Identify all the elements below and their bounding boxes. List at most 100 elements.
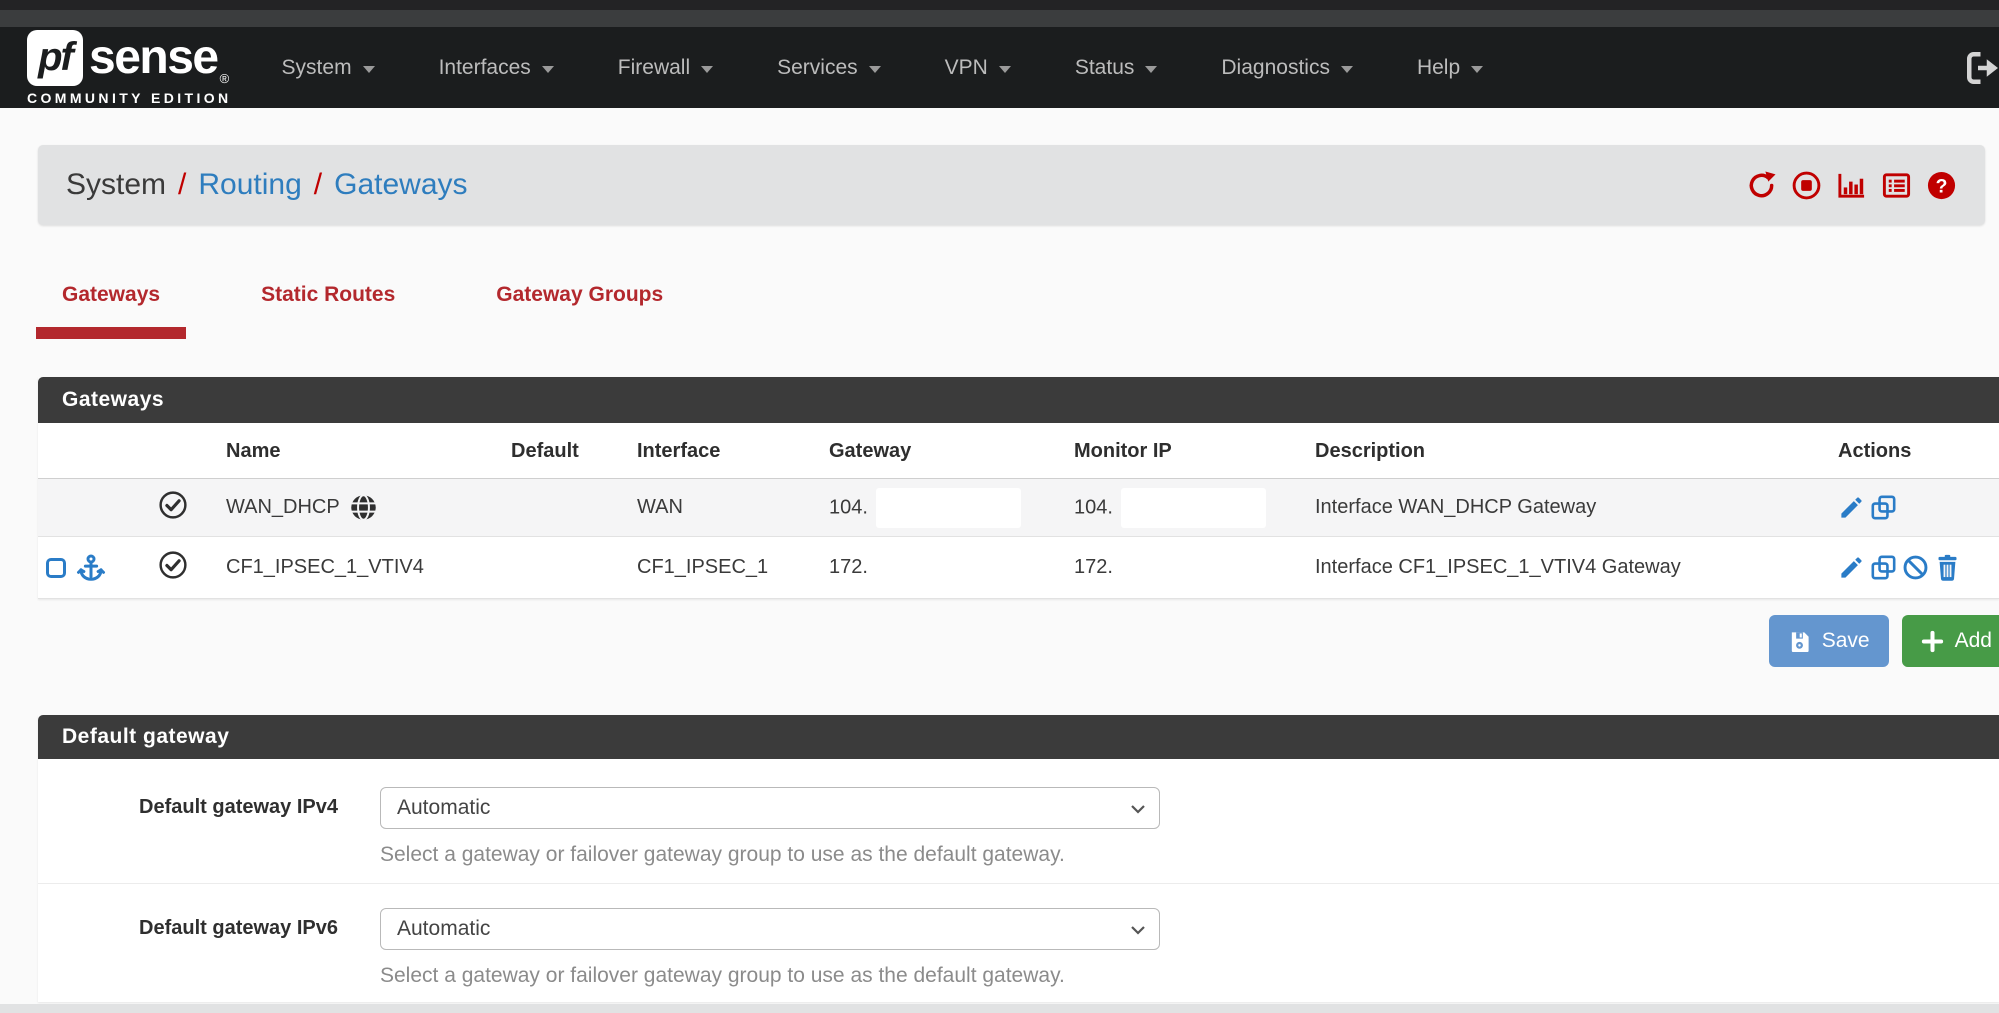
chevron-down-icon — [1145, 66, 1157, 73]
default-gateway-ipv4-label: Default gateway IPv4 — [38, 787, 338, 867]
breadcrumb-separator: / — [302, 168, 334, 202]
chevron-down-icon — [1341, 66, 1353, 73]
globe-icon — [349, 493, 378, 522]
log-icon[interactable] — [1881, 170, 1912, 201]
form-actions: Save Add — [0, 615, 1999, 667]
refresh-icon[interactable] — [1746, 170, 1777, 201]
window-top-strip — [0, 0, 1999, 10]
default-gateway-panel-title: Default gateway — [38, 715, 1999, 759]
nav-services[interactable]: Services — [745, 27, 913, 108]
page-action-icons: ? — [1746, 170, 1957, 201]
pf-logo-mark: pf — [27, 30, 83, 86]
gateway-monitor-ip: 104. — [1066, 479, 1307, 537]
breadcrumb-separator: / — [166, 168, 198, 202]
column-name: Name — [208, 423, 503, 479]
delete-icon[interactable] — [1934, 554, 1961, 581]
nav-system-label: System — [282, 56, 352, 80]
nav-help-label: Help — [1417, 56, 1460, 80]
chevron-down-icon — [363, 66, 375, 73]
gateway-description: Interface WAN_DHCP Gateway — [1307, 479, 1830, 537]
registered-mark: ® — [220, 71, 230, 86]
chevron-down-icon — [542, 66, 554, 73]
nav-interfaces-label: Interfaces — [439, 56, 531, 80]
nav-vpn[interactable]: VPN — [913, 27, 1043, 108]
gateway-interface: WAN — [629, 479, 821, 537]
row-checkbox[interactable] — [46, 558, 66, 578]
sign-out-icon[interactable] — [1961, 48, 1999, 88]
gateway-name: WAN_DHCP — [226, 496, 340, 519]
table-row: CF1_IPSEC_1_VTIV4 CF1_IPSEC_1 172. 172. … — [38, 537, 1999, 599]
nav-help[interactable]: Help — [1385, 27, 1515, 108]
column-description: Description — [1307, 423, 1830, 479]
plus-icon — [1921, 630, 1944, 653]
window-title-strip — [0, 10, 1999, 27]
nav-vpn-label: VPN — [945, 56, 988, 80]
default-gateway-ipv4-row: Default gateway IPv4 Automatic Select a … — [38, 759, 1999, 884]
edit-icon[interactable] — [1838, 554, 1865, 581]
tab-gateways[interactable]: Gateways — [36, 269, 186, 339]
copy-icon[interactable] — [1870, 494, 1897, 521]
nav-services-label: Services — [777, 56, 858, 80]
nav-firewall[interactable]: Firewall — [586, 27, 745, 108]
routing-tabs: Gateways Static Routes Gateway Groups — [36, 269, 1999, 339]
edit-icon[interactable] — [1838, 494, 1865, 521]
gateways-panel-title: Gateways — [38, 377, 1999, 423]
copy-icon[interactable] — [1870, 554, 1897, 581]
anchor-icon — [76, 553, 106, 583]
save-button-label: Save — [1822, 629, 1870, 653]
svg-text:?: ? — [1936, 175, 1948, 197]
status-online-icon — [158, 490, 188, 520]
status-online-icon — [158, 550, 188, 580]
breadcrumb: System / Routing / Gateways ? — [38, 145, 1985, 225]
breadcrumb-link-gateways[interactable]: Gateways — [334, 168, 467, 202]
nav-status-label: Status — [1075, 56, 1135, 80]
save-button[interactable]: Save — [1769, 615, 1889, 667]
default-gateway-ipv6-select[interactable]: Automatic — [380, 908, 1160, 950]
chevron-down-icon — [1471, 66, 1483, 73]
gateway-address: 172. — [821, 537, 1066, 599]
brand-name: sense — [89, 34, 218, 82]
chevron-down-icon — [1130, 925, 1146, 935]
gateway-default — [503, 479, 629, 537]
nav-diagnostics[interactable]: Diagnostics — [1189, 27, 1385, 108]
column-actions: Actions — [1830, 423, 1999, 479]
tab-static-routes[interactable]: Static Routes — [235, 269, 421, 327]
gateway-default — [503, 537, 629, 599]
brand-edition: COMMUNITY EDITION — [27, 90, 232, 106]
tab-gateway-groups[interactable]: Gateway Groups — [470, 269, 689, 327]
nav-status[interactable]: Status — [1043, 27, 1190, 108]
field-help-text: Select a gateway or failover gateway gro… — [380, 964, 1160, 988]
chart-icon[interactable] — [1836, 170, 1867, 201]
default-gateway-ipv6-label: Default gateway IPv6 — [38, 908, 338, 988]
column-gateway: Gateway — [821, 423, 1066, 479]
save-icon — [1788, 630, 1811, 653]
main-menu: System Interfaces Firewall Services VPN … — [250, 27, 1516, 108]
breadcrumb-link-routing[interactable]: Routing — [198, 168, 301, 202]
chevron-down-icon — [869, 66, 881, 73]
gateway-description: Interface CF1_IPSEC_1_VTIV4 Gateway — [1307, 537, 1830, 599]
nav-system[interactable]: System — [250, 27, 407, 108]
help-icon[interactable]: ? — [1926, 170, 1957, 201]
nav-interfaces[interactable]: Interfaces — [407, 27, 586, 108]
table-header-row: Name Default Interface Gateway Monitor I… — [38, 423, 1999, 479]
gateway-monitor-ip: 172. — [1066, 537, 1307, 599]
gateway-name: CF1_IPSEC_1_VTIV4 — [226, 556, 424, 579]
nav-firewall-label: Firewall — [618, 56, 690, 80]
gateways-table: Name Default Interface Gateway Monitor I… — [38, 423, 1999, 599]
stop-icon[interactable] — [1791, 170, 1822, 201]
breadcrumb-section: System — [66, 168, 166, 202]
add-button-label: Add — [1955, 629, 1992, 653]
gateway-interface: CF1_IPSEC_1 — [629, 537, 821, 599]
column-default: Default — [503, 423, 629, 479]
disable-icon[interactable] — [1902, 554, 1929, 581]
chevron-down-icon — [999, 66, 1011, 73]
page-bottom-strip — [0, 1004, 1999, 1013]
pfsense-logo[interactable]: pf sense ® COMMUNITY EDITION — [27, 30, 232, 106]
add-button[interactable]: Add — [1902, 615, 1999, 667]
table-row: WAN_DHCP WAN 104. 104. Interface WAN_DHC… — [38, 479, 1999, 537]
pfsense-app: pf sense ® COMMUNITY EDITION System Inte… — [0, 0, 1999, 1013]
default-gateway-ipv4-select[interactable]: Automatic — [380, 787, 1160, 829]
gateway-address: 104. — [821, 479, 1066, 537]
column-markers — [38, 423, 138, 479]
column-status — [138, 423, 208, 479]
